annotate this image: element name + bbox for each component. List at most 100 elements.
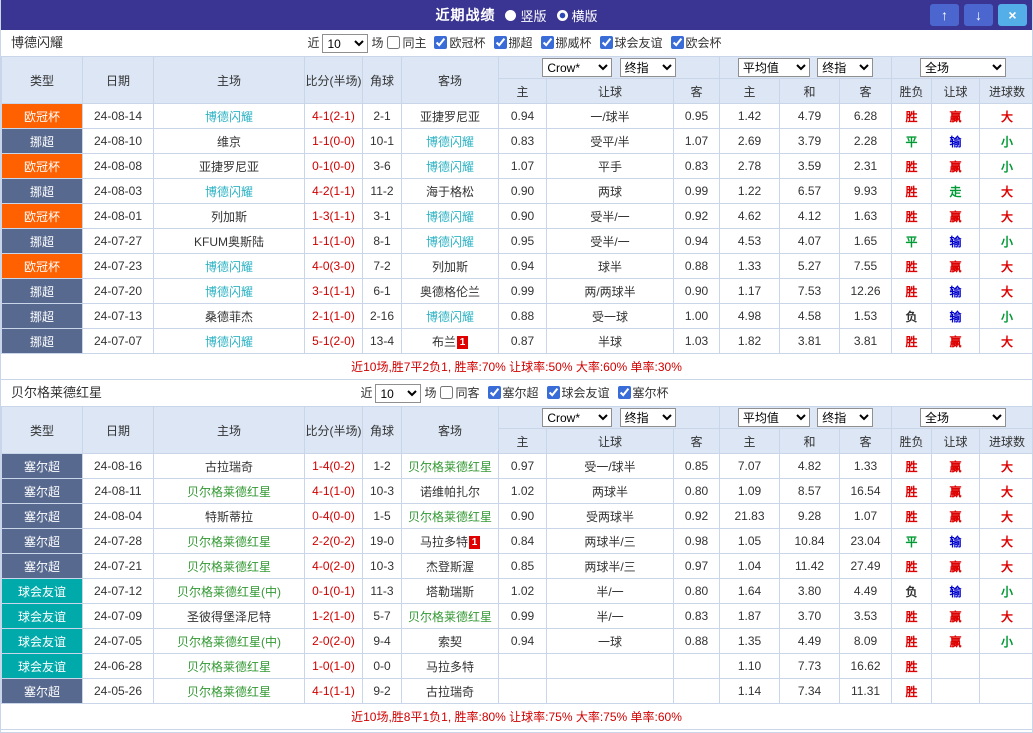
avg-away-cell: 27.49 <box>840 554 892 579</box>
away-team-cell: 博德闪耀 <box>402 304 499 329</box>
league-cell: 塞尔超 <box>2 679 83 704</box>
filter-same-venue-checkbox[interactable] <box>440 386 453 399</box>
filter-league[interactable]: 欧会杯 <box>667 36 722 50</box>
handicap-cell: 受两球半 <box>547 504 674 529</box>
match-row: 欧冠杯24-08-14博德闪耀4-1(2-1)2-1亚捷罗尼亚0.94一/球半0… <box>2 104 1033 129</box>
arrow-up-icon: ↑ <box>941 7 948 23</box>
handicap-cell: 两球半 <box>547 479 674 504</box>
goals-cell: 大 <box>980 179 1033 204</box>
avg-type-select[interactable]: 终指 <box>817 58 873 77</box>
home-odds-cell: 0.88 <box>499 304 547 329</box>
avg-away-cell: 2.31 <box>840 154 892 179</box>
filter-league[interactable]: 挪威杯 <box>537 36 592 50</box>
radio-horizontal-layout[interactable]: 横版 <box>557 6 598 25</box>
filter-league[interactable]: 欧冠杯 <box>430 36 485 50</box>
filter-league-checkbox[interactable] <box>541 36 554 49</box>
corner-cell: 3-1 <box>363 204 402 229</box>
filter-same-venue[interactable]: 同客 <box>436 386 479 400</box>
match-row: 塞尔超24-07-21贝尔格莱德红星4-0(2-0)10-3杰登斯渥0.85两球… <box>2 554 1033 579</box>
filter-same-venue-label: 同主 <box>402 36 426 50</box>
home-team-cell: 贝尔格莱德红星 <box>154 654 305 679</box>
date-cell: 24-07-28 <box>83 529 154 554</box>
avg-away-cell: 16.62 <box>840 654 892 679</box>
avg-draw-cell: 3.79 <box>780 129 840 154</box>
avg-source-select[interactable]: 平均值 <box>738 58 810 77</box>
avg-away-cell: 1.65 <box>840 229 892 254</box>
goals-cell: 大 <box>980 204 1033 229</box>
filter-league[interactable]: 球会友谊 <box>596 36 663 50</box>
column-header-home: 主场 <box>154 57 305 104</box>
filter-league-checkbox[interactable] <box>671 36 684 49</box>
avg-source-select[interactable]: 平均值 <box>738 408 810 427</box>
avg-draw-cell: 4.49 <box>780 629 840 654</box>
column-header-date: 日期 <box>83 407 154 454</box>
scope-select-cell: 全场 <box>892 57 1033 79</box>
avg-selects-cell: 平均值 终指 <box>720 57 892 79</box>
avg-away-cell: 9.93 <box>840 179 892 204</box>
away-odds-cell: 0.94 <box>674 229 720 254</box>
filter-same-venue-checkbox[interactable] <box>387 36 400 49</box>
scroll-down-button[interactable]: ↓ <box>964 4 993 26</box>
filter-league[interactable]: 塞尔杯 <box>614 386 669 400</box>
odds-type-select[interactable]: 终指 <box>620 408 676 427</box>
handicap-cell: 受一球 <box>547 304 674 329</box>
avg-draw-cell: 3.70 <box>780 604 840 629</box>
result-cell: 胜 <box>892 654 932 679</box>
away-team-cell: 亚捷罗尼亚 <box>402 104 499 129</box>
close-button[interactable]: × <box>998 4 1027 26</box>
home-odds-cell: 0.83 <box>499 129 547 154</box>
radio-horizontal-label: 横版 <box>572 6 598 25</box>
avg-away-cell: 2.28 <box>840 129 892 154</box>
radio-vertical-layout[interactable]: 竖版 <box>505 6 546 25</box>
scope-select[interactable]: 全场 <box>920 408 1006 427</box>
score-cell: 3-1(1-1) <box>305 279 363 304</box>
filter-bar: 近10场同客塞尔超球会友谊塞尔杯 <box>1 380 1032 406</box>
filter-league-checkbox[interactable] <box>618 386 631 399</box>
goals-cell: 大 <box>980 554 1033 579</box>
avg-home-cell: 4.53 <box>720 229 780 254</box>
close-icon: × <box>1008 7 1016 23</box>
avg-away-cell: 3.81 <box>840 329 892 354</box>
cover-cell: 赢 <box>932 454 980 479</box>
scroll-up-button[interactable]: ↑ <box>930 4 959 26</box>
avg-type-select[interactable]: 终指 <box>817 408 873 427</box>
odds-type-select[interactable]: 终指 <box>620 58 676 77</box>
match-row: 挪超24-07-20博德闪耀3-1(1-1)6-1奥德格伦兰0.99两/两球半0… <box>2 279 1033 304</box>
score-cell: 4-0(2-0) <box>305 554 363 579</box>
scope-select[interactable]: 全场 <box>920 58 1006 77</box>
away-team-cell: 布兰1 <box>402 329 499 354</box>
away-odds-cell <box>674 654 720 679</box>
avg-away-cell: 8.09 <box>840 629 892 654</box>
filter-league-checkbox[interactable] <box>494 36 507 49</box>
home-odds-cell: 0.85 <box>499 554 547 579</box>
avg-away-cell: 12.26 <box>840 279 892 304</box>
filter-league-checkbox[interactable] <box>488 386 501 399</box>
filter-league[interactable]: 球会友谊 <box>543 386 610 400</box>
filter-league[interactable]: 塞尔超 <box>484 386 539 400</box>
recent-count-select[interactable]: 10 <box>322 34 368 53</box>
filter-league-checkbox[interactable] <box>547 386 560 399</box>
filter-league-checkbox[interactable] <box>434 36 447 49</box>
score-cell: 1-3(1-1) <box>305 204 363 229</box>
filter-same-venue[interactable]: 同主 <box>383 36 426 50</box>
odds-company-select[interactable]: Crow* <box>542 408 612 427</box>
league-cell: 塞尔超 <box>2 504 83 529</box>
date-cell: 24-07-09 <box>83 604 154 629</box>
subheader-avg-home: 主 <box>720 79 780 104</box>
match-row: 塞尔超24-07-28贝尔格莱德红星2-2(0-2)19-0马拉多特10.84两… <box>2 529 1033 554</box>
filter-league[interactable]: 挪超 <box>490 36 533 50</box>
odds-company-select[interactable]: Crow* <box>542 58 612 77</box>
avg-away-cell: 16.54 <box>840 479 892 504</box>
recent-count-select[interactable]: 10 <box>375 384 421 403</box>
column-header-score: 比分(半场) <box>305 407 363 454</box>
avg-home-cell: 1.87 <box>720 604 780 629</box>
cover-cell: 赢 <box>932 204 980 229</box>
avg-selects-cell: 平均值 终指 <box>720 407 892 429</box>
cover-cell: 输 <box>932 304 980 329</box>
score-cell: 1-1(0-0) <box>305 129 363 154</box>
date-cell: 24-08-04 <box>83 504 154 529</box>
filter-league-checkbox[interactable] <box>600 36 613 49</box>
subheader-avg-home: 主 <box>720 429 780 454</box>
radio-icon <box>505 10 516 21</box>
home-team-cell: 博德闪耀 <box>154 254 305 279</box>
